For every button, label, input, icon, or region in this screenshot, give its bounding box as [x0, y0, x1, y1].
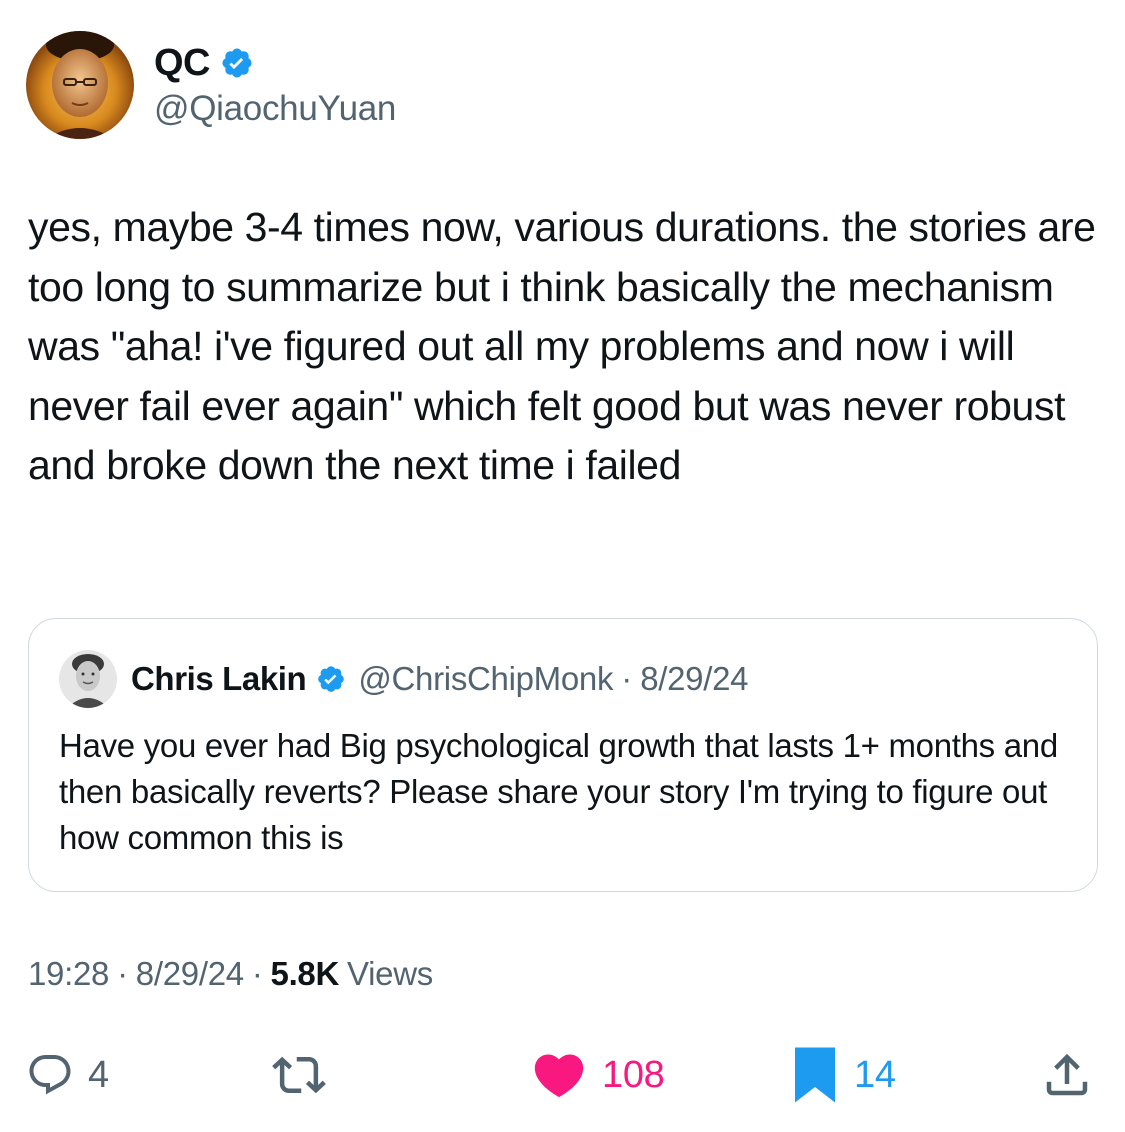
- bookmark-icon: [790, 1045, 840, 1105]
- verified-badge-icon: [220, 46, 254, 80]
- share-button[interactable]: [1040, 1040, 1094, 1110]
- author-name-row: QC: [154, 41, 396, 85]
- meta-separator-2: ·: [251, 955, 263, 992]
- views-label: Views: [347, 955, 433, 992]
- quoted-author-handle: @ChrisChipMonk: [358, 660, 614, 697]
- quoted-author-avatar: [59, 650, 117, 708]
- retweet-button[interactable]: [272, 1040, 326, 1110]
- tweet-time[interactable]: 19:28: [28, 955, 109, 993]
- bookmark-count: 14: [854, 1053, 896, 1096]
- author-display-name[interactable]: QC: [154, 42, 211, 85]
- reply-count: 4: [88, 1053, 109, 1096]
- heart-icon: [530, 1046, 588, 1104]
- quoted-tweet-header: Chris Lakin @ChrisChipMonk · 8/29/24: [59, 649, 749, 709]
- views-count: 5.8K: [270, 955, 340, 992]
- author-avatar[interactable]: [26, 31, 134, 139]
- bookmark-button[interactable]: 14: [790, 1040, 896, 1110]
- share-icon: [1040, 1048, 1094, 1102]
- reply-icon: [26, 1051, 74, 1099]
- action-bar: 4 108 14: [0, 1040, 1125, 1110]
- retweet-icon: [272, 1048, 326, 1102]
- meta-separator: ·: [117, 955, 128, 992]
- quoted-separator: ·: [621, 660, 633, 697]
- quoted-tweet-text: Have you ever had Big psychological grow…: [59, 727, 1058, 856]
- tweet-date[interactable]: 8/29/24: [136, 955, 244, 993]
- tweet-header: QC @QiaochuYuan: [26, 30, 396, 140]
- like-count: 108: [602, 1053, 665, 1096]
- tweet-text: yes, maybe 3-4 times now, various durati…: [28, 204, 1096, 488]
- quoted-verified-badge-icon: [316, 664, 346, 694]
- quoted-date: 8/29/24: [640, 660, 749, 697]
- quoted-tweet[interactable]: Chris Lakin @ChrisChipMonk · 8/29/24 Hav…: [28, 618, 1098, 892]
- tweet-meta: 19:28 · 8/29/24 · 5.8K Views: [28, 955, 433, 993]
- like-button[interactable]: 108: [530, 1040, 665, 1110]
- author-info: QC @QiaochuYuan: [154, 41, 396, 129]
- reply-button[interactable]: 4: [26, 1040, 109, 1110]
- author-handle[interactable]: @QiaochuYuan: [154, 89, 396, 129]
- quoted-author-name: Chris Lakin: [131, 660, 307, 697]
